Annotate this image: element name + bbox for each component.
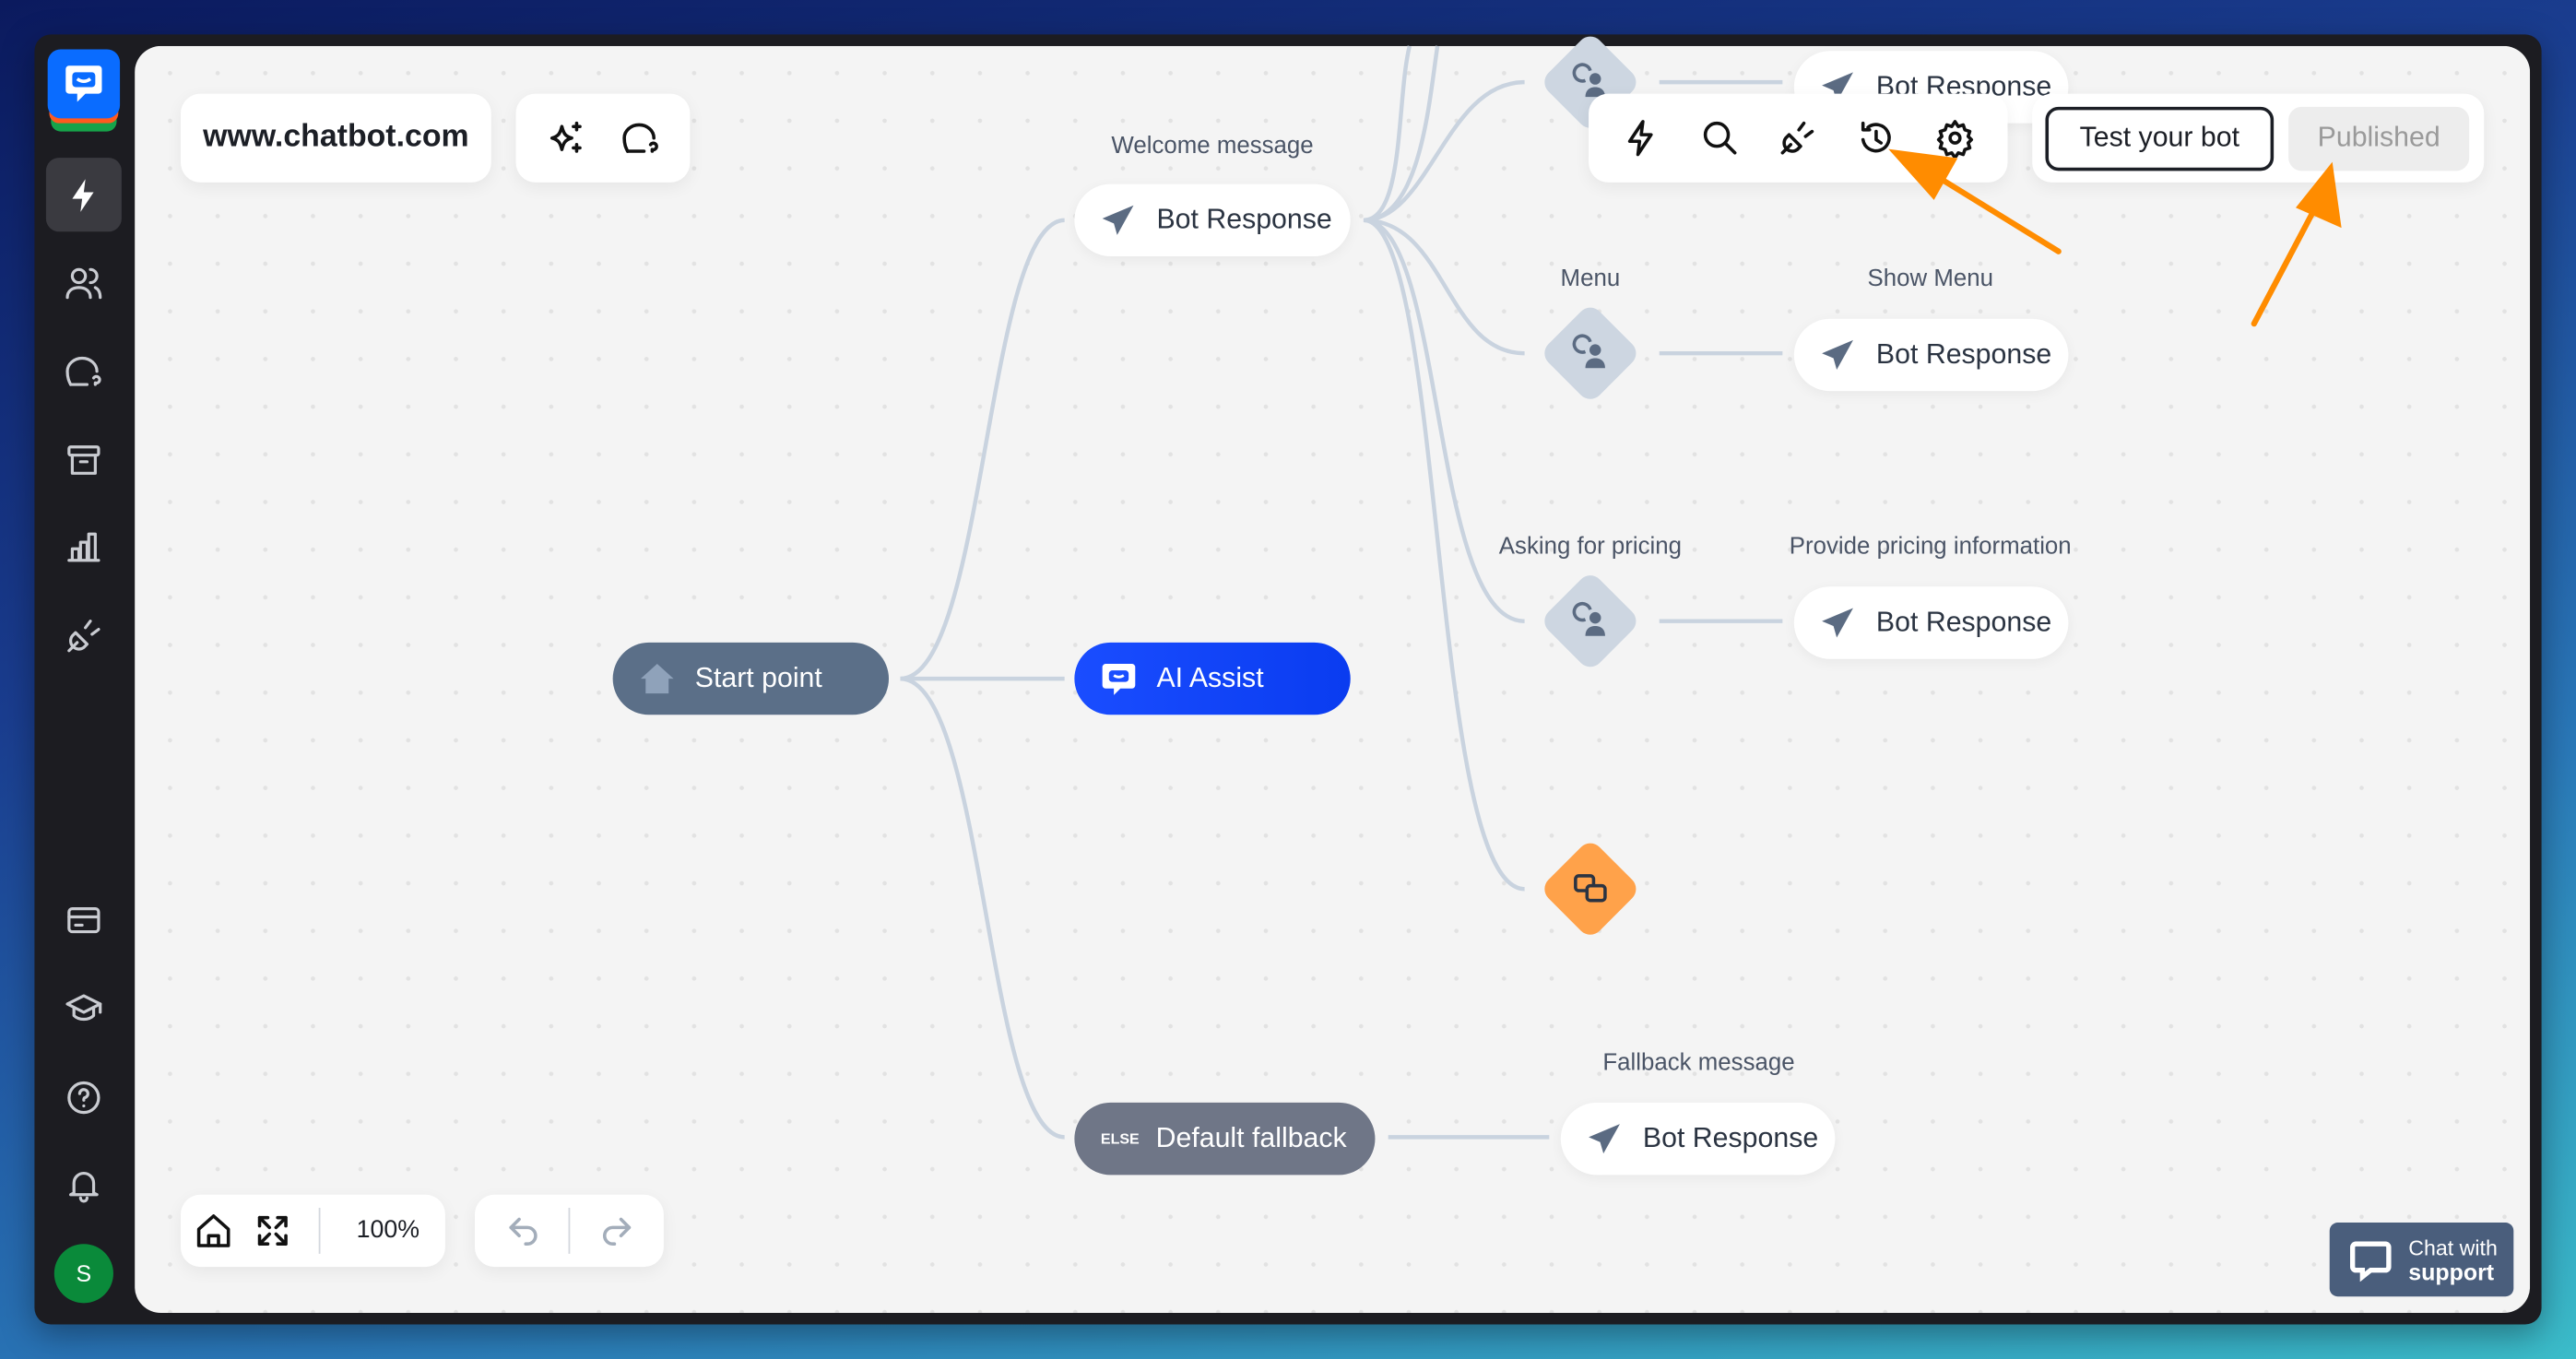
fit-screen-icon[interactable] <box>253 1211 292 1251</box>
chat-with-support-button[interactable]: Chat with support <box>2329 1223 2514 1297</box>
home-view-icon[interactable] <box>194 1211 233 1251</box>
arrow-head-history <box>1888 148 1958 200</box>
arrow-head-published <box>2296 161 2342 229</box>
view-controls: 100% <box>181 1194 445 1268</box>
arrow-to-history <box>1935 174 2062 254</box>
annotation-arrows <box>1888 148 2342 327</box>
chat-bubble-icon <box>2350 1240 2392 1282</box>
divider <box>318 1207 321 1254</box>
support-line2: support <box>2408 1258 2495 1284</box>
support-line1: Chat with <box>2408 1235 2498 1260</box>
history-controls <box>474 1194 664 1268</box>
undo-icon[interactable] <box>504 1211 544 1251</box>
zoom-level[interactable]: 100% <box>357 1216 419 1244</box>
redo-icon[interactable] <box>597 1211 636 1251</box>
divider <box>568 1207 571 1254</box>
arrow-to-published <box>2251 202 2320 327</box>
